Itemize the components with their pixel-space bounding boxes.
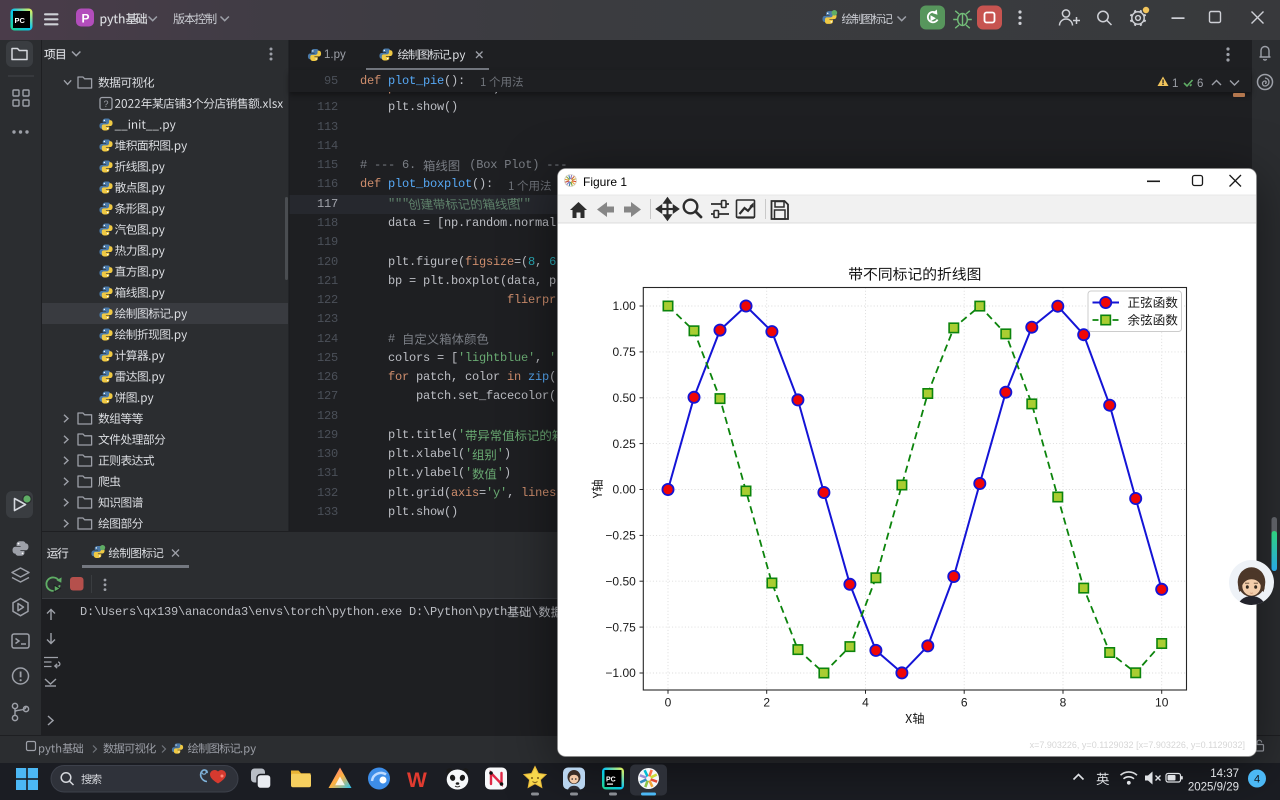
svg-text:4: 4 — [862, 696, 869, 710]
svg-text:6: 6 — [1197, 78, 1203, 90]
svg-text:1: 1 — [1172, 78, 1178, 90]
svg-text:−1.00: −1.00 — [605, 666, 636, 680]
svg-text:PC: PC — [15, 16, 26, 25]
svg-text:−0.25: −0.25 — [605, 529, 636, 543]
svg-text:−0.50: −0.50 — [605, 574, 636, 588]
svg-text:x=7.903226, y=0.1129032 [x=7.: x=7.903226, y=0.1129032 [x=7.903226, y=0… — [1030, 740, 1245, 750]
svg-text:−0.75: −0.75 — [605, 620, 636, 634]
svg-text:6: 6 — [961, 696, 968, 710]
svg-text:P: P — [82, 12, 90, 26]
svg-text:0.25: 0.25 — [612, 437, 636, 451]
svg-text:2: 2 — [763, 696, 770, 710]
svg-text:0.00: 0.00 — [612, 483, 636, 497]
svg-text:0.50: 0.50 — [612, 391, 636, 405]
svg-text:8: 8 — [1060, 696, 1067, 710]
svg-text:10: 10 — [1155, 696, 1169, 710]
svg-text:0: 0 — [665, 696, 672, 710]
svg-text:1.00: 1.00 — [612, 299, 636, 313]
svg-text:?: ? — [104, 99, 109, 109]
svg-text:Figure 1: Figure 1 — [583, 175, 627, 189]
svg-text:0.75: 0.75 — [612, 345, 636, 359]
